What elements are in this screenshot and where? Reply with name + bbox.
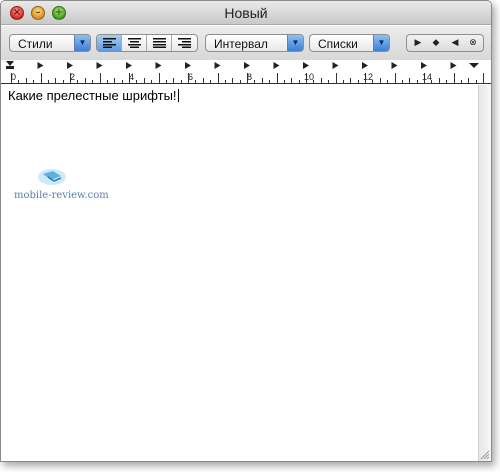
alignment-control [96, 34, 198, 52]
first-line-indent-icon[interactable] [6, 61, 14, 66]
document-area[interactable]: Какие прелестные шрифты! [1, 85, 479, 461]
ruler[interactable]: 0 2 4 6 8 10 12 14 [1, 60, 491, 84]
align-left-icon [103, 38, 116, 48]
chevron-down-icon: ▼ [74, 35, 90, 51]
title-bar[interactable]: × – + Новый [1, 1, 491, 25]
ruler-label: 14 [422, 72, 433, 82]
right-margin-icon[interactable] [469, 63, 479, 68]
tab-stop-icon[interactable] [214, 62, 221, 69]
align-right-icon [178, 38, 191, 48]
tab-stop-icon[interactable] [450, 62, 457, 69]
ruler-label: 12 [363, 72, 374, 82]
center-tab-icon[interactable]: ◆ [427, 35, 445, 51]
tab-stop-icon[interactable] [244, 62, 250, 69]
document-text[interactable]: Какие прелестные шрифты! [8, 88, 179, 103]
watermark-logo-icon [38, 169, 66, 185]
tab-stop-icon[interactable] [155, 62, 162, 69]
tab-stop-icon[interactable] [273, 62, 280, 69]
tab-stop-icon[interactable] [96, 62, 103, 69]
watermark-text: mobile-review.com [14, 190, 109, 201]
ruler-label: 4 [129, 72, 135, 82]
lists-popup[interactable]: Списки ▼ [309, 34, 390, 52]
tab-stop-icon[interactable] [126, 62, 132, 69]
align-justify-icon [153, 38, 166, 48]
tab-stop-icon[interactable] [391, 62, 398, 69]
tab-stop-icon[interactable] [332, 62, 339, 69]
format-toolbar: Стили ▼ Интервал ▼ Списки ▼ ▶ ◆ ◀ ⊗ [1, 26, 491, 60]
spacing-popup-label: Интервал [214, 37, 268, 51]
align-right-button[interactable] [172, 35, 197, 51]
document-text-content: Какие прелестные шрифты! [8, 88, 177, 103]
window-title: Новый [224, 5, 268, 21]
ruler-label: 8 [247, 72, 253, 82]
chevron-down-icon: ▼ [287, 35, 303, 51]
align-justify-button[interactable] [147, 35, 172, 51]
ruler-label: 10 [304, 72, 315, 82]
lists-popup-label: Списки [318, 37, 358, 51]
align-left-button[interactable] [97, 35, 122, 51]
decimal-tab-icon[interactable]: ⊗ [464, 35, 482, 51]
vertical-scrollbar[interactable] [478, 85, 491, 461]
align-center-icon [128, 38, 141, 48]
align-center-button[interactable] [122, 35, 147, 51]
ruler-label: 0 [11, 72, 17, 82]
tab-stop-icon[interactable] [362, 62, 368, 69]
left-indent-icon[interactable] [6, 66, 14, 69]
tab-stop-icon[interactable] [303, 62, 309, 69]
text-caret [177, 89, 179, 102]
tab-stop-icon[interactable] [421, 62, 427, 69]
ruler-label: 6 [188, 72, 194, 82]
tab-stops-control: ▶ ◆ ◀ ⊗ [406, 34, 484, 52]
tab-stop-icon[interactable] [37, 62, 44, 69]
right-tab-icon[interactable]: ◀ [446, 35, 464, 51]
resize-grip-icon[interactable] [479, 449, 490, 460]
chevron-down-icon: ▼ [373, 35, 389, 51]
styles-popup-label: Стили [18, 37, 53, 51]
watermark: mobile-review.com [14, 165, 109, 205]
left-tab-icon[interactable]: ▶ [409, 35, 427, 51]
styles-popup[interactable]: Стили ▼ [9, 34, 91, 52]
spacing-popup[interactable]: Интервал ▼ [205, 34, 304, 52]
tab-stop-icon[interactable] [185, 62, 191, 69]
editor-window: × – + Новый Стили ▼ Интервал ▼ Списки ▼ … [0, 0, 492, 462]
ruler-label: 2 [70, 72, 76, 82]
tab-stop-icon[interactable] [67, 62, 73, 69]
tab-stops [37, 62, 457, 69]
